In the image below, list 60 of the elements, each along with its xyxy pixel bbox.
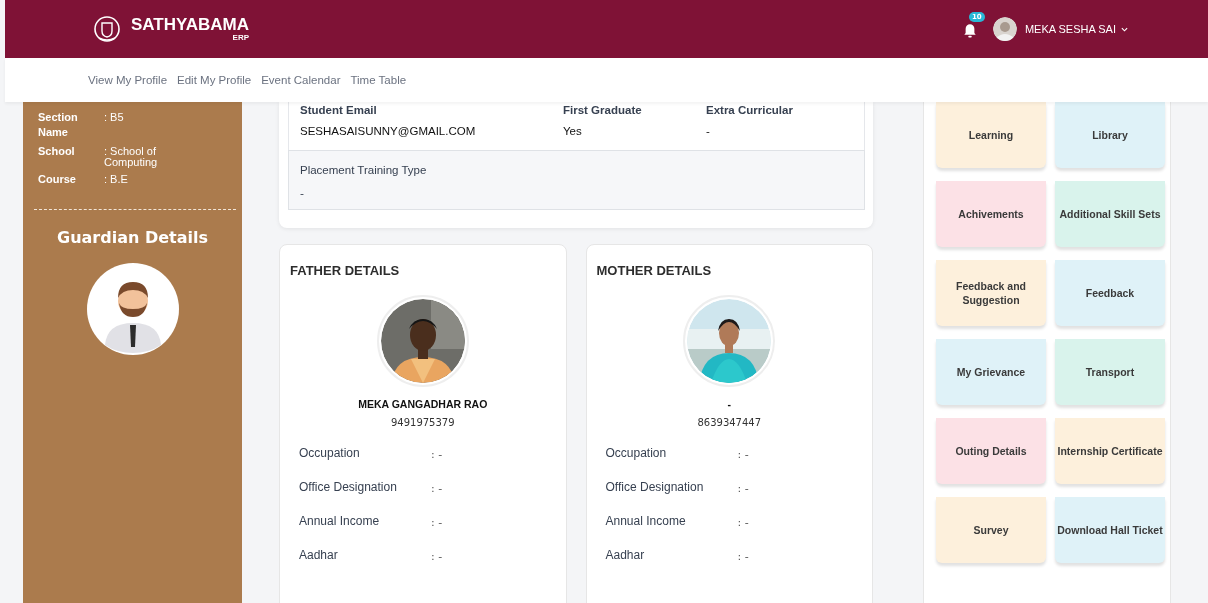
nav-link[interactable]: Time Table [350,74,407,86]
field-label: Section Name [38,110,79,140]
phone-number: 9491975379 [390,417,455,428]
quick-link-tile[interactable]: Transport [1055,339,1165,405]
nav-link[interactable]: Event Calendar [261,74,341,86]
nav-link[interactable]: Edit My Profile [177,74,252,86]
field-label: Extra Curricular [706,104,794,116]
field-label: School [38,144,76,159]
field-label: Occupation [299,446,361,461]
field-value: : - [737,447,750,461]
quick-link-tile[interactable]: Feedback and Suggestion [936,260,1046,326]
field-value: - [300,187,305,200]
user-menu-button[interactable]: MEKA SESHA SAI [1024,23,1128,35]
field-label: Aadhar [299,548,339,563]
brand-name: SATHYABAMA [131,16,250,33]
field-label: Annual Income [299,514,381,529]
crest-logo-icon [93,15,121,43]
field-value: : - [737,515,750,529]
quick-link-tile[interactable]: Survey [936,497,1046,563]
quick-link-tile[interactable]: Download Hall Ticket [1055,497,1165,563]
brand-subtitle: ERP [232,34,250,42]
field-label: Annual Income [605,514,687,529]
field-label: Student Email [300,104,378,116]
phone-number: 8639347447 [697,417,762,428]
guardian-title: Guardian Details [57,228,208,247]
user-avatar-icon[interactable] [992,17,1017,41]
field-value: - [706,125,711,137]
card-title: FATHER DETAILS [290,263,400,278]
field-label: First Graduate [563,104,643,116]
quick-link-tile[interactable]: Additional Skill Sets [1055,181,1165,247]
field-value: : - [431,481,444,495]
field-label: Aadhar [605,548,646,563]
card-title: MOTHER DETAILS [596,263,712,278]
parent-name: MEKA GANGADHAR RAO [358,398,488,410]
quick-link-tile[interactable]: Learning [936,102,1046,168]
field-label: Office Designation [605,480,705,495]
quick-link-tile[interactable]: Internship Certificate [1055,418,1165,484]
field-value: : - [431,549,444,563]
field-value: : School of Computing [104,144,159,168]
field-value: : - [431,447,444,461]
field-label: Placement Training Type [300,164,428,176]
field-value: : - [737,481,750,495]
nav-link[interactable]: View My Profile [88,74,168,86]
quick-link-tile[interactable]: Achivements [936,181,1046,247]
field-value: : B5 [104,110,125,125]
field-label: Occupation [605,446,668,461]
quick-link-tile[interactable]: Outing Details [936,418,1046,484]
field-value: : - [737,549,750,563]
field-label: Office Designation [299,480,398,495]
caret-icon [1121,26,1128,32]
field-value: : - [431,515,444,529]
quick-link-tile[interactable]: Library [1055,102,1165,168]
quick-link-tile[interactable]: Feedback [1055,260,1165,326]
field-value: : B.E [104,172,129,187]
field-value: SESHASAISUNNY@GMAIL.COM [300,125,477,137]
guardian-avatar-icon [86,263,179,355]
field-value: Yes [563,125,583,137]
field-label: Course [38,172,77,187]
quick-link-tile[interactable]: My Grievance [936,339,1046,405]
parent-name: - [727,398,731,410]
